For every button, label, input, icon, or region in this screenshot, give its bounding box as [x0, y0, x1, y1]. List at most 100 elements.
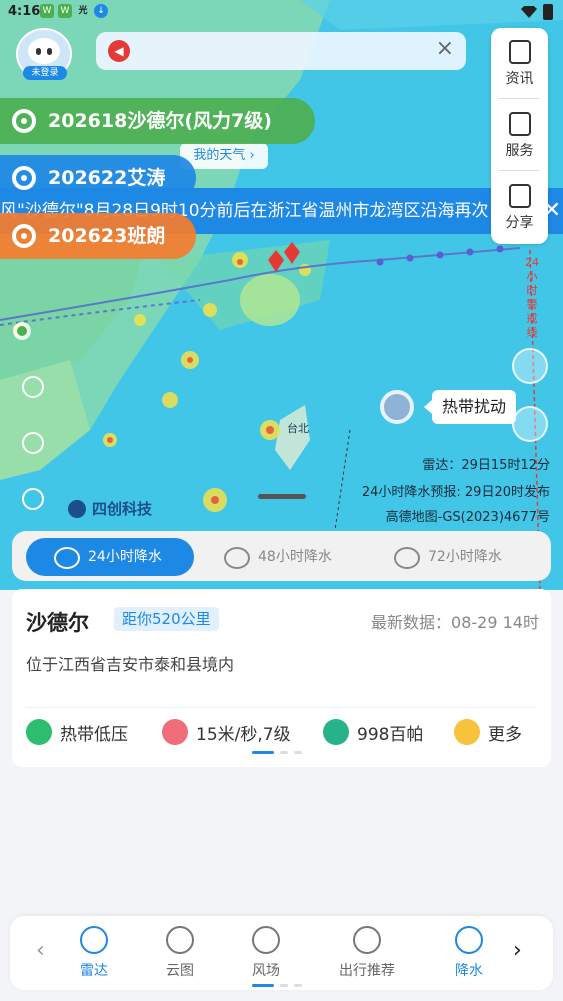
tropical-depression-icon — [26, 719, 52, 745]
rain-cloud-icon — [54, 547, 80, 569]
rain-icon — [455, 926, 483, 954]
divider — [499, 170, 540, 171]
wind-speed-icon — [162, 719, 188, 745]
side-panel: 资讯 服务 分享 — [491, 28, 548, 244]
speaker-icon: ◀ — [108, 40, 130, 62]
drag-handle[interactable] — [258, 494, 306, 499]
nav-label: 云图 — [166, 963, 194, 979]
pager-dot — [280, 984, 288, 987]
measure-icon[interactable] — [22, 488, 44, 510]
news-button[interactable]: 资讯 — [491, 28, 548, 100]
flash-icon: 光 — [78, 6, 88, 16]
radar-time: 雷达：29日15时12分 — [422, 458, 550, 473]
locate-icon[interactable] — [22, 432, 44, 454]
service-button[interactable]: 服务 — [491, 100, 548, 172]
stat-label: 热带低压 — [60, 724, 128, 745]
logo-icon — [68, 499, 86, 518]
pager-dot — [280, 751, 288, 754]
bottom-nav: ‹ 雷达 云图 风场 出行推荐 降水 › — [10, 916, 553, 990]
nav-cloud[interactable]: 云图 — [145, 926, 215, 980]
stat-label: 更多 — [488, 724, 522, 745]
share-icon — [508, 184, 531, 208]
rain-cloud-icon — [394, 547, 420, 569]
news-label: 资讯 — [505, 71, 534, 87]
wind-field-icon — [252, 926, 280, 954]
stat-label: 15米/秒,7级 — [196, 724, 291, 745]
typhoon-spiral-icon — [12, 166, 36, 190]
divider — [499, 98, 540, 99]
list-icon[interactable] — [512, 348, 548, 384]
logo-text: 四创科技 — [92, 500, 153, 518]
stat-intensity: 热带低压 — [26, 717, 128, 747]
wechat-icon: W — [40, 4, 54, 18]
more-button[interactable]: 更多 — [454, 717, 522, 747]
share-button[interactable]: 分享 — [491, 172, 548, 244]
my-weather-button[interactable]: 我的天气 › — [180, 143, 268, 169]
news-icon — [508, 40, 531, 64]
nav-precip[interactable]: 降水 — [434, 926, 504, 980]
tab-48h-precip[interactable]: 48小时降水 — [196, 538, 364, 576]
precip-tabs: 24小时降水 48小时降水 72小时降水 — [12, 531, 551, 581]
tropical-disturbance-label[interactable]: 热带扰动 — [423, 390, 517, 424]
tab-label: 72小时降水 — [428, 549, 502, 565]
nav-pager — [252, 984, 302, 987]
system-icons — [521, 4, 553, 20]
service-icon — [508, 112, 531, 136]
layers-icon[interactable] — [22, 376, 44, 398]
map-icon — [353, 926, 381, 954]
tab-72h-precip[interactable]: 72小时降水 — [366, 538, 534, 576]
typhoon-label: 202618沙德尔(风力7级) — [48, 110, 272, 132]
nav-travel[interactable]: 出行推荐 — [324, 926, 410, 980]
avatar[interactable]: 未登录 — [16, 28, 72, 80]
typhoon-name: 沙德尔 — [26, 611, 89, 635]
pager-dot — [294, 984, 302, 987]
nav-label: 风场 — [252, 963, 280, 979]
my-weather-label: 我的天气 — [193, 148, 246, 163]
typhoon-item-202618[interactable]: 202618沙德尔(风力7级) — [0, 98, 315, 144]
satellite-icon — [166, 926, 194, 954]
typhoon-item-202622[interactable]: 202622艾涛 — [0, 155, 196, 201]
tab-label: 48小时降水 — [258, 549, 332, 565]
typhoon-spiral-icon — [12, 224, 36, 248]
status-time: 4:16 — [8, 4, 41, 19]
map-label-taipei: 台北 — [287, 422, 309, 435]
map-copyright: 高德地图-GS(2023)4677号 — [385, 510, 550, 525]
login-status[interactable]: 未登录 — [23, 66, 67, 80]
chevron-right-icon[interactable]: › — [513, 938, 522, 963]
close-icon[interactable]: × — [436, 36, 454, 61]
typhoon-item-202623[interactable]: 202623班朗 — [0, 213, 196, 259]
stat-label: 998百帕 — [357, 724, 424, 745]
tab-24h-precip[interactable]: 24小时降水 — [26, 538, 194, 576]
wifi-icon — [521, 6, 537, 18]
avatar-face-icon — [28, 38, 60, 64]
stat-wind: 15米/秒,7级 — [162, 717, 291, 747]
company-logo: 四创科技 — [68, 498, 152, 519]
warning-line-label: 24小时警戒线 — [525, 256, 539, 339]
eye-icon — [47, 48, 52, 55]
refresh-icon[interactable] — [512, 406, 548, 442]
pager-dot — [252, 751, 274, 754]
typhoon-label: 202623班朗 — [48, 225, 166, 247]
pager-dot — [252, 984, 274, 987]
divider — [26, 707, 537, 708]
distance-badge: 距你520公里 — [114, 607, 219, 631]
nav-wind[interactable]: 风场 — [231, 926, 301, 980]
chevron-left-icon[interactable]: ‹ — [36, 938, 45, 963]
nav-label: 雷达 — [80, 963, 108, 979]
typhoon-info-card[interactable]: 沙德尔 距你520公里 最新数据：08-29 14时 位于江西省吉安市泰和县境内… — [12, 589, 551, 767]
tab-label: 24小时降水 — [88, 549, 162, 565]
stat-pressure: 998百帕 — [323, 717, 423, 747]
nav-label: 出行推荐 — [339, 963, 395, 979]
eye-icon — [36, 48, 41, 55]
notice-bar[interactable]: ◀ × — [96, 32, 466, 70]
disturbance-spiral-icon[interactable] — [380, 390, 414, 424]
nav-radar[interactable]: 雷达 — [59, 926, 129, 980]
forecast-time: 24小时降水预报: 29日20时发布 — [361, 485, 550, 500]
notification-icons: W W 光 ↓ — [40, 4, 108, 18]
pager-dot — [294, 751, 302, 754]
weather-map[interactable]: 台北 热带扰动 雷达：29日15时12分 24小时降水预报: 29日20时发布 … — [0, 0, 563, 590]
typhoon-spiral-icon — [12, 109, 36, 133]
status-bar: 4:16 W W 光 ↓ — [0, 0, 563, 24]
app-root: 台北 热带扰动 雷达：29日15时12分 24小时降水预报: 29日20时发布 … — [0, 0, 563, 1001]
card-pager — [252, 751, 302, 754]
